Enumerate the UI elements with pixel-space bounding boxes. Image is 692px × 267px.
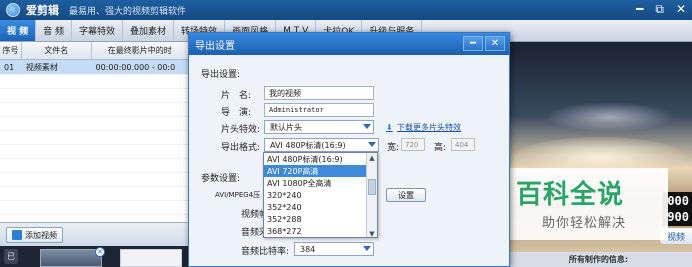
table-row[interactable]: 01 视频素材 00:00:00.000 - 00:0	[0, 60, 189, 74]
dialog-controls: ━ ✕	[463, 36, 505, 51]
settings-button[interactable]: 设置	[386, 188, 426, 202]
column-header-filename[interactable]: 文件名	[22, 42, 92, 59]
remove-clip-icon[interactable]: ✕	[95, 247, 105, 257]
format-option[interactable]: AVI 1080P全高清	[264, 177, 377, 189]
chevron-down-icon	[363, 124, 371, 129]
director-label: 导 演:	[221, 108, 252, 118]
preview-cloud-image	[545, 102, 675, 132]
dialog-close-icon[interactable]: ✕	[485, 36, 505, 51]
chevron-down-icon	[363, 246, 371, 251]
height-input[interactable]: 404	[451, 138, 475, 151]
app-window: 爱剪辑 最易用、强大的视频剪辑软件 ━ ⧉ ✕ 视 频 音 频 字幕特效 叠加素…	[0, 0, 692, 267]
format-option[interactable]: 352*288	[264, 213, 377, 225]
column-header-index[interactable]: 序号	[0, 42, 22, 59]
format-option[interactable]: AVI 480P标清(16:9)	[264, 153, 377, 165]
download-effects-label: 下载更多片头特效	[397, 123, 461, 132]
export-format-label: 导出格式:	[221, 143, 261, 153]
tab-overlay-material[interactable]: 叠加素材	[123, 20, 175, 41]
watermark: 百科全说 助你轻松解决	[508, 168, 668, 240]
dialog-title: 导出设置	[195, 40, 235, 52]
watermark-title: 百科全说	[516, 180, 625, 210]
codec-label: AVI/MPEG4压	[215, 191, 261, 199]
export-format-value: AVI 480P标清(16:9)	[270, 140, 346, 150]
clip-list-header: 序号 文件名 在最终影片中的时	[0, 42, 189, 60]
maximize-icon[interactable]: ⧉	[655, 2, 664, 17]
app-title: 爱剪辑	[26, 4, 59, 17]
intro-effect-select[interactable]: 默认片头	[264, 120, 374, 134]
movie-name-input[interactable]: 我的视频	[264, 86, 374, 100]
intro-effect-label: 片头特效:	[221, 125, 261, 135]
clip-list-panel: 序号 文件名 在最终影片中的时 01 视频素材 00:00:00.000 - 0…	[0, 42, 190, 222]
chevron-down-icon	[368, 142, 376, 147]
scroll-down-icon[interactable]: ▼	[367, 229, 377, 237]
minimize-icon[interactable]: ━	[636, 2, 643, 17]
intro-effect-value: 默认片头	[270, 122, 302, 132]
title-bar: 爱剪辑 最易用、强大的视频剪辑软件 ━ ⧉ ✕	[0, 0, 692, 20]
row-time: 00:00:00.000 - 00:0	[95, 62, 176, 72]
production-info-bar: 所有制作的信息:	[505, 252, 692, 267]
add-video-label: 添加视频	[25, 230, 57, 240]
format-dropdown-list: AVI 480P标清(16:9) AVI 720P高清 AVI 1080P全高清…	[263, 152, 378, 238]
app-logo-icon	[6, 3, 20, 17]
add-video-icon	[12, 230, 22, 240]
tab-video[interactable]: 视 频	[0, 20, 37, 41]
clip-list-grid	[0, 74, 189, 222]
export-format-select[interactable]: AVI 480P标清(16:9)	[264, 138, 379, 152]
timeline-empty-slot[interactable]	[120, 249, 182, 267]
width-label: 宽:	[387, 143, 400, 153]
params-section-heading: 参数设置:	[201, 174, 241, 184]
close-icon[interactable]: ✕	[676, 2, 686, 17]
format-option-selected[interactable]: AVI 720P高清	[264, 165, 377, 177]
audio-bitrate-label: 音频比特率:	[241, 247, 290, 257]
dialog-title-bar: 导出设置	[189, 33, 509, 55]
format-option[interactable]: 320*240	[264, 189, 377, 201]
window-controls: ━ ⧉ ✕	[636, 2, 686, 17]
format-option[interactable]: 368*272	[264, 225, 377, 237]
row-filename: 视频素材	[25, 62, 58, 72]
download-icon: ⬇	[386, 122, 393, 132]
scroll-up-icon[interactable]: ▲	[367, 153, 377, 163]
format-option[interactable]: 352*240	[264, 201, 377, 213]
watermark-subtitle: 助你轻松解决	[542, 216, 627, 231]
tab-subtitle-effects[interactable]: 字幕特效	[72, 20, 124, 41]
director-input[interactable]: Administrator	[264, 103, 374, 117]
width-input[interactable]: 720	[401, 138, 425, 151]
download-effects-link[interactable]: ⬇ 下载更多片头特效	[386, 122, 461, 133]
scrollbar-thumb[interactable]	[368, 179, 376, 195]
dialog-minimize-icon[interactable]: ━	[463, 36, 483, 51]
add-video-bar: 添加视频	[0, 222, 190, 246]
audio-bitrate-select[interactable]: 384	[294, 242, 374, 256]
tab-audio[interactable]: 音 频	[36, 20, 73, 41]
height-label: 高:	[434, 143, 447, 153]
export-section-heading: 导出设置:	[201, 70, 241, 80]
app-subtitle: 最易用、强大的视频剪辑软件	[69, 6, 187, 17]
column-header-time[interactable]: 在最终影片中的时	[92, 42, 189, 59]
timeline-clip-thumbnail[interactable]	[40, 249, 102, 267]
name-label: 片 名:	[221, 91, 252, 101]
add-video-button[interactable]: 添加视频	[6, 227, 63, 243]
dropdown-scrollbar[interactable]: ▲ ▼	[366, 153, 377, 237]
row-index: 01	[4, 62, 15, 72]
audio-bitrate-value: 384	[300, 244, 316, 254]
timeline-track-label: 已	[4, 249, 18, 264]
